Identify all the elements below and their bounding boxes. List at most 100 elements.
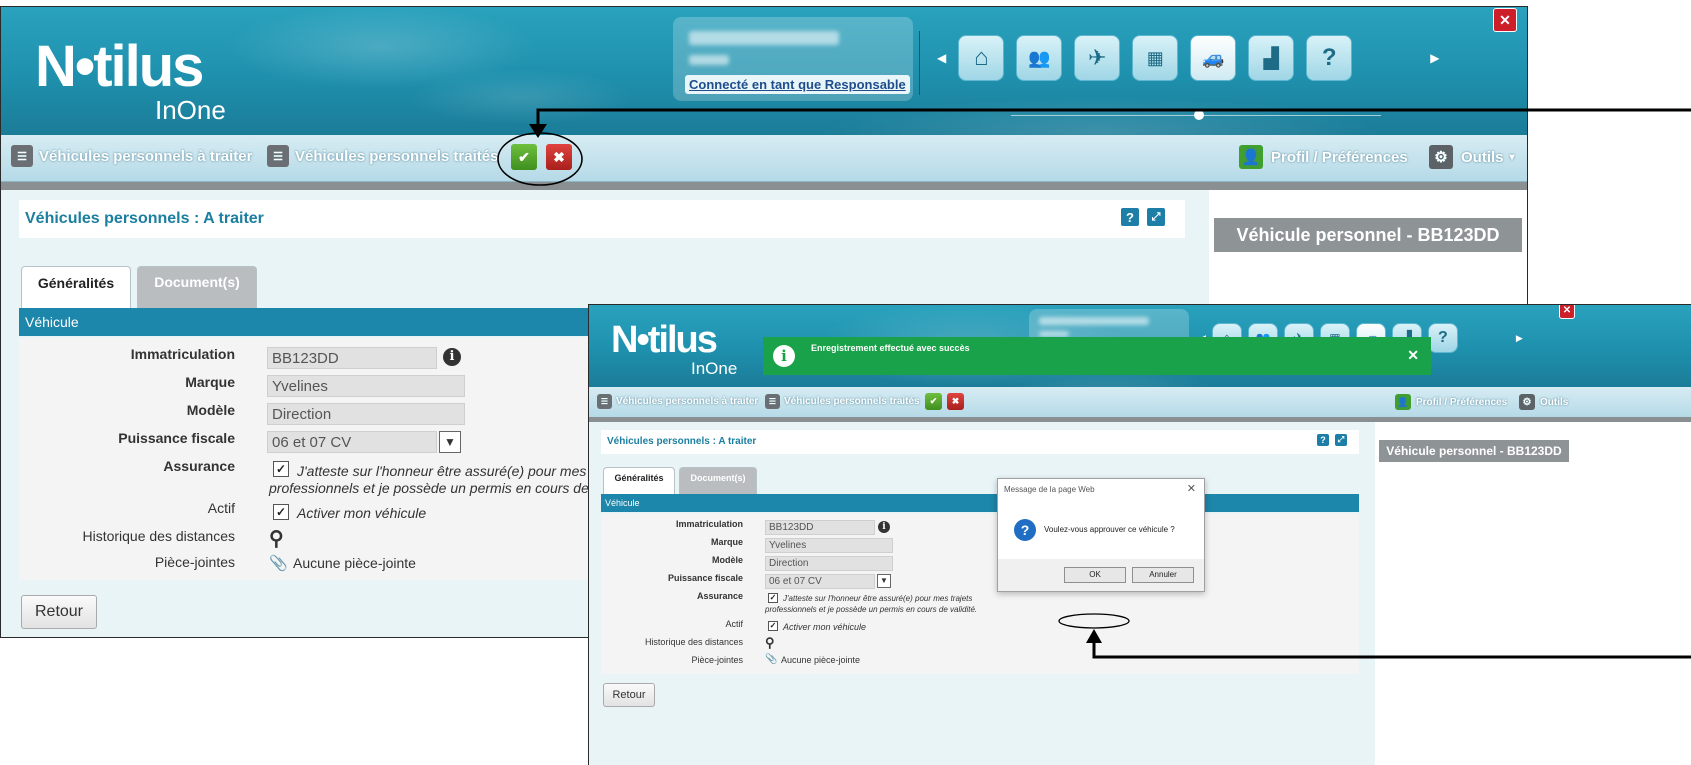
actif-checkbox[interactable]: ✓ [273,504,289,520]
plane-icon: ✈ [1088,45,1107,70]
list-icon: ☰ [11,145,33,167]
expand-icon[interactable]: ⤢ [1147,208,1165,226]
nav-reports[interactable]: ▟ [1248,35,1295,81]
close-icon[interactable]: ✕ [1187,482,1196,495]
app-logo-sub: InOne [155,95,226,125]
label-modele: Modèle [711,555,743,565]
info-icon[interactable]: i [443,348,461,366]
reject-icon[interactable]: ✖ [546,144,572,170]
ok-button[interactable]: OK [1064,567,1126,583]
nav-help[interactable]: ? [1427,323,1458,353]
puissance-select[interactable]: 06 et 07 CV [765,574,875,589]
menu-processed[interactable]: ☰ Véhicules personnels traités [765,394,920,409]
toolbar: ☰ Véhicules personnels à traiter ☰ Véhic… [1,135,1527,182]
nav-home[interactable]: ⌂ [958,35,1005,81]
page-title-bar: Véhicules personnels : A traiter [601,430,1359,454]
approve-icon[interactable]: ✔ [925,393,942,410]
confirm-dialog: Message de la page Web ✕ ? Voulez-vous a… [997,478,1205,592]
chevron-down-icon[interactable]: ▼ [877,574,891,588]
dialog-message: Voulez-vous approuver ce véhicule ? [1044,525,1175,534]
label-actif: Actif [725,619,743,629]
app-window-confirm: N•tilus InOne ◀ ⌂ 👥 ✈ ▦ 🚙 ▟ ? ▶ ✕ i Enre… [588,304,1691,765]
assurance-text-2: professionnels et je possède un permis e… [765,605,978,614]
label-immatriculation: Immatriculation [675,519,743,529]
vehicle-title: Véhicule personnel - BB123DD [1379,440,1569,462]
slider-dot[interactable] [1194,110,1204,120]
marque-field: Yvelines [267,375,465,397]
menu-to-process[interactable]: ☰ Véhicules personnels à traiter [597,394,758,409]
expand-icon[interactable]: ⤢ [1335,434,1347,446]
back-button[interactable]: Retour [603,683,655,707]
chevron-down-icon[interactable]: ▼ [439,431,461,453]
menu-profile[interactable]: 👤 Profil / Préférences [1239,145,1408,169]
home-icon: ⌂ [973,44,989,71]
tab-documents[interactable]: Document(s) [679,467,757,495]
toolbar: ☰ Véhicules personnels à traiter ☰ Véhic… [589,387,1691,418]
label-actif: Actif [207,500,235,516]
app-logo-sub: InOne [691,359,738,378]
help-icon[interactable]: ? [1121,208,1139,226]
close-icon[interactable]: ✕ [1493,8,1517,32]
menu-to-process[interactable]: ☰ Véhicules personnels à traiter [11,145,252,167]
dialog-title: Message de la page Web [1004,485,1095,494]
close-icon[interactable]: ✕ [1559,305,1575,319]
pieces-text: Aucune pièce-jointe [293,555,416,571]
puissance-select[interactable]: 06 et 07 CV [267,431,437,453]
title-actions: ? ⤢ [1317,434,1347,446]
approve-icon[interactable]: ✔ [511,144,537,170]
back-button[interactable]: Retour [21,595,97,629]
question-icon: ? [1014,519,1036,541]
nav-stamp[interactable]: ▦ [1132,35,1179,81]
assurance-checkbox[interactable]: ✓ [273,461,289,477]
assurance-checkbox[interactable]: ✓ [768,593,778,603]
page-title: Véhicules personnels : A traiter [607,436,757,447]
section-header: Véhicule [601,494,1359,512]
reject-icon[interactable]: ✖ [947,393,964,410]
tab-generalites[interactable]: Généralités [21,266,131,308]
marque-field: Yvelines [765,538,893,553]
actif-text: Activer mon véhicule [783,622,867,632]
main-nav: ◀ ⌂ 👥 ✈ ▦ 🚙 ▟ ? ▶ [937,35,1439,81]
label-immatriculation: Immatriculation [130,346,235,362]
menu-processed[interactable]: ☰ Véhicules personnels traités [267,145,498,167]
label-marque: Marque [710,537,743,547]
gear-icon: ⚙ [1429,145,1453,169]
nav-help[interactable]: ? [1306,35,1353,81]
nav-vehicles[interactable]: 🚙 [1190,35,1237,81]
actif-checkbox[interactable]: ✓ [768,621,778,631]
list-icon: ☰ [267,145,289,167]
success-toast: i Enregistrement effectué avec succès ✕ [763,337,1431,375]
help-icon[interactable]: ? [1317,434,1329,446]
close-icon[interactable]: ✕ [1407,347,1419,364]
tab-documents[interactable]: Document(s) [137,266,257,308]
info-icon: i [773,345,795,367]
page-title-bar: Véhicules personnels : A traiter [19,200,1185,238]
nav-prev-arrow[interactable]: ◀ [937,51,946,65]
title-actions: ? ⤢ [1121,208,1165,226]
menu-tools[interactable]: ⚙ Outils ▾ [1429,145,1515,169]
user-role-link[interactable]: Connecté en tant que Responsable [685,75,910,94]
nav-next-arrow[interactable]: ▶ [1516,333,1523,344]
modele-field: Direction [267,403,465,425]
cancel-button[interactable]: Annuler [1132,567,1194,583]
menu-tools[interactable]: ⚙ Outils [1519,394,1568,410]
nav-users[interactable]: 👥 [1016,35,1063,81]
label-assurance: Assurance [696,591,743,601]
pieces-text: Aucune pièce-jointe [781,655,861,665]
label-assurance: Assurance [163,458,235,474]
modele-field: Direction [765,556,893,571]
nav-next-arrow[interactable]: ▶ [1430,51,1439,65]
label-pieces: Pièce-jointes [691,655,743,665]
assurance-text-2: professionnels et je possède un permis e… [269,480,641,496]
info-icon[interactable]: i [878,521,890,533]
tab-generalites[interactable]: Généralités [603,467,675,495]
menu-profile[interactable]: 👤 Profil / Préférences [1395,394,1507,410]
search-icon[interactable]: ⚲ [765,635,775,651]
paperclip-icon: 📎 [765,654,778,665]
nav-travel[interactable]: ✈ [1074,35,1121,81]
list-icon: ☰ [765,394,780,409]
search-icon[interactable]: ⚲ [269,526,284,551]
assurance-text-1: J'atteste sur l'honneur être assuré(e) p… [297,463,629,479]
profile-icon: 👤 [1239,145,1263,169]
user-info-box: Connecté en tant que Responsable [673,17,913,101]
